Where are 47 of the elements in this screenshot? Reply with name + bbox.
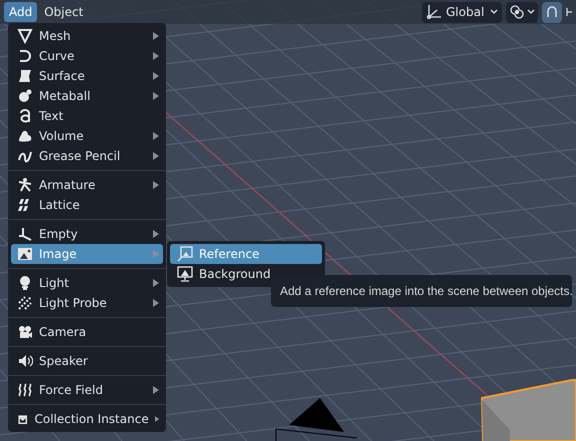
menu-item[interactable]: Force Field bbox=[11, 380, 163, 400]
orientation-label: Global bbox=[446, 4, 484, 21]
menu-button[interactable]: Add bbox=[4, 2, 38, 22]
axes-icon bbox=[426, 4, 442, 20]
image-icon bbox=[177, 246, 193, 262]
image-icon bbox=[17, 246, 33, 262]
letter-icon bbox=[17, 108, 33, 124]
menu-item[interactable]: Mesh bbox=[11, 26, 163, 46]
orientation-dropdown[interactable]: Global bbox=[422, 2, 502, 22]
speaker-icon bbox=[17, 353, 33, 369]
pivot-dropdown[interactable] bbox=[506, 2, 538, 22]
tooltip-text: Add a reference image into the scene between objects. bbox=[280, 283, 573, 300]
menu-item[interactable]: Light bbox=[11, 273, 163, 293]
menu-item[interactable]: Collection Instance bbox=[11, 409, 163, 429]
menu-item[interactable]: Background bbox=[170, 264, 322, 284]
chevron-icon bbox=[527, 9, 535, 15]
monitor-icon bbox=[177, 266, 193, 282]
axes-icon bbox=[17, 226, 33, 242]
menu-item[interactable]: Grease Pencil bbox=[11, 146, 163, 166]
menu-item[interactable]: Text bbox=[11, 106, 163, 126]
menu-item[interactable]: Volume bbox=[11, 126, 163, 146]
metaball-icon bbox=[17, 88, 33, 104]
bulb-icon bbox=[17, 275, 33, 291]
cloud-icon bbox=[17, 128, 33, 144]
snap-toggle[interactable] bbox=[542, 2, 562, 22]
menu-item[interactable]: Speaker bbox=[11, 351, 163, 371]
menu-button[interactable]: Object bbox=[39, 2, 88, 22]
menu-item[interactable]: Curve bbox=[11, 46, 163, 66]
menu-item[interactable]: Armature bbox=[11, 175, 163, 195]
menu-item[interactable]: Reference bbox=[170, 244, 322, 264]
surface-icon bbox=[17, 68, 33, 84]
triangle-icon bbox=[17, 28, 33, 44]
figure-icon bbox=[17, 177, 33, 193]
magnet-icon bbox=[545, 5, 559, 19]
menu-item[interactable]: Image bbox=[11, 244, 163, 264]
menu-item[interactable]: Empty bbox=[11, 224, 163, 244]
snap-icon[interactable] bbox=[566, 7, 572, 17]
menu-item[interactable]: Lattice bbox=[11, 195, 163, 215]
menu-item[interactable]: Camera bbox=[11, 322, 163, 342]
chevron-icon bbox=[490, 9, 498, 15]
waves-icon bbox=[17, 382, 33, 398]
menu-item[interactable]: Metaball bbox=[11, 86, 163, 106]
menu-item[interactable]: Surface bbox=[11, 66, 163, 86]
curve-icon bbox=[17, 48, 33, 64]
camera-icon bbox=[17, 324, 33, 340]
link-icon bbox=[509, 4, 525, 20]
menu-item[interactable]: Light Probe bbox=[11, 293, 163, 313]
